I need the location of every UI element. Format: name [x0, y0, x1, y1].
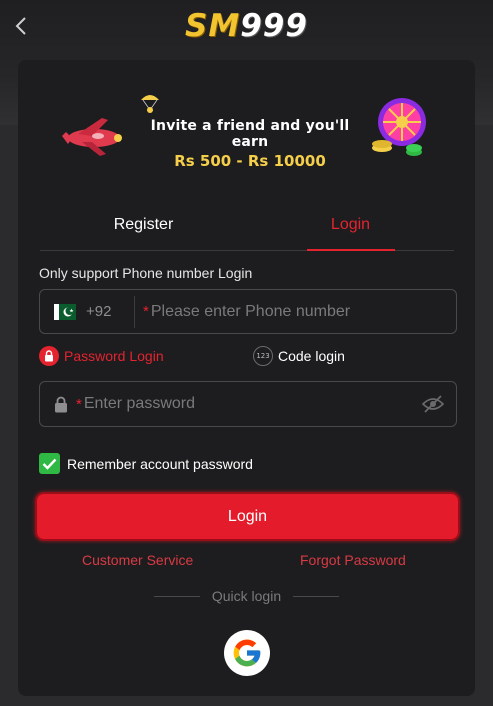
auth-tabs: Register Login: [40, 208, 454, 251]
eye-slash-icon[interactable]: [422, 394, 444, 414]
logo-text-number: 999: [240, 8, 308, 44]
country-code[interactable]: +92: [86, 303, 128, 320]
banner-headline: Invite a friend and you'll earn: [150, 118, 350, 150]
support-note: Only support Phone number Login: [39, 265, 253, 281]
login-card: Invite a friend and you'll earn Rs 500 -…: [18, 60, 475, 696]
airplane-icon: [62, 118, 122, 156]
login-mode-row: Password Login 123 Code login: [39, 346, 457, 368]
forgot-password-link[interactable]: Forgot Password: [300, 552, 406, 568]
field-divider: [134, 295, 135, 328]
checkmark-icon: [42, 458, 57, 470]
remember-label: Remember account password: [67, 455, 253, 472]
numeric-code-icon: 123: [253, 346, 273, 366]
invite-banner[interactable]: Invite a friend and you'll earn Rs 500 -…: [56, 90, 431, 170]
tab-login[interactable]: Login: [247, 208, 454, 251]
quick-login-label: Quick login: [211, 588, 282, 604]
divider-line: [153, 595, 200, 597]
quick-login-divider: Quick login: [18, 588, 475, 604]
help-links: Customer Service Forgot Password: [18, 552, 475, 572]
remember-checkbox[interactable]: [39, 453, 60, 474]
password-field: *: [39, 381, 457, 427]
remember-password[interactable]: Remember account password: [39, 453, 253, 474]
divider-line: [293, 595, 340, 597]
logo-text-sm: SM: [185, 8, 241, 44]
tab-register[interactable]: Register: [40, 208, 247, 250]
code-login-option[interactable]: 123 Code login: [253, 346, 345, 366]
password-login-option[interactable]: Password Login: [39, 346, 164, 366]
phone-input[interactable]: [150, 302, 451, 321]
brand-logo: SM999: [0, 8, 493, 44]
password-lock-icon: [54, 396, 68, 413]
lock-icon: [39, 346, 59, 366]
google-icon: [233, 639, 261, 667]
login-button[interactable]: Login: [35, 492, 460, 541]
password-input[interactable]: [83, 395, 384, 413]
required-mark: *: [76, 395, 82, 413]
google-login-button[interactable]: [224, 630, 270, 676]
password-login-label: Password Login: [64, 348, 164, 364]
required-mark: *: [143, 303, 149, 320]
code-login-label: Code login: [278, 348, 345, 364]
parachute-coin-icon: [141, 95, 159, 113]
prize-wheel-icon: [372, 98, 426, 156]
banner-text: Invite a friend and you'll earn Rs 500 -…: [130, 118, 370, 170]
banner-amount: Rs 500 - Rs 10000: [174, 152, 326, 170]
pakistan-flag-icon[interactable]: [54, 303, 76, 320]
phone-field: +92 *: [39, 289, 457, 334]
customer-service-link[interactable]: Customer Service: [82, 552, 193, 568]
